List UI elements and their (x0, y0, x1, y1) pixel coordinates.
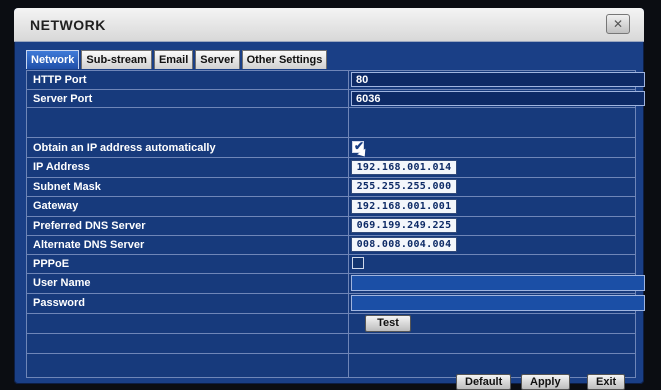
gateway-label: Gateway (33, 200, 79, 212)
gateway-input[interactable]: 192.168.001.001 (351, 199, 457, 214)
network-settings-panel: HTTP Port 80 Server Port 6036 Obtain an … (26, 70, 645, 378)
preferred-dns-input[interactable]: 069.199.249.225 (351, 218, 457, 233)
row-pppoe (27, 254, 635, 274)
title-bar: NETWORK ✕ (14, 8, 644, 42)
ip-address-label: IP Address (33, 161, 90, 173)
http-port-input[interactable]: 80 (351, 72, 645, 87)
row-empty (27, 353, 635, 376)
subnet-mask-input[interactable]: 255.255.255.000 (351, 179, 457, 194)
pppoe-checkbox[interactable] (352, 257, 364, 269)
tab-network[interactable]: Network (26, 50, 80, 69)
ip-address-input[interactable]: 192.168.001.014 (351, 160, 457, 175)
row-test (27, 313, 635, 334)
row-subnet-mask (27, 177, 635, 197)
pppoe-label: PPPoE (33, 258, 70, 270)
tab-server[interactable]: Server (195, 50, 240, 69)
http-port-label: HTTP Port (33, 74, 87, 86)
test-button[interactable]: Test (365, 315, 411, 332)
network-settings-window: NETWORK ✕ Network Sub-stream Email Serve… (14, 8, 645, 390)
user-name-input[interactable] (351, 275, 645, 291)
row-gateway (27, 196, 635, 217)
preferred-dns-label: Preferred DNS Server (33, 220, 146, 232)
exit-button[interactable]: Exit (587, 374, 626, 390)
alternate-dns-label: Alternate DNS Server (33, 239, 145, 251)
tab-email[interactable]: Email (153, 50, 194, 69)
server-port-input[interactable]: 6036 (351, 91, 645, 106)
row-ip-address (27, 157, 635, 178)
tab-bar: Network Sub-stream Email Server Other Se… (26, 50, 328, 70)
alternate-dns-input[interactable]: 008.008.004.004 (351, 237, 457, 252)
tab-other-settings[interactable]: Other Settings (241, 50, 328, 69)
subnet-mask-label: Subnet Mask (33, 181, 101, 193)
password-label: Password (33, 297, 85, 309)
server-port-label: Server Port (33, 93, 93, 105)
tab-sub-stream[interactable]: Sub-stream (81, 50, 152, 69)
obtain-ip-label: Obtain an IP address automatically (33, 142, 216, 154)
window-title: NETWORK (30, 17, 106, 33)
apply-button[interactable]: Apply (521, 374, 570, 390)
default-button[interactable]: Default (456, 374, 512, 390)
user-name-label: User Name (33, 277, 91, 289)
close-icon[interactable]: ✕ (606, 14, 630, 34)
row-spacer (27, 107, 635, 138)
password-input[interactable] (351, 295, 645, 311)
row-empty (27, 333, 635, 354)
